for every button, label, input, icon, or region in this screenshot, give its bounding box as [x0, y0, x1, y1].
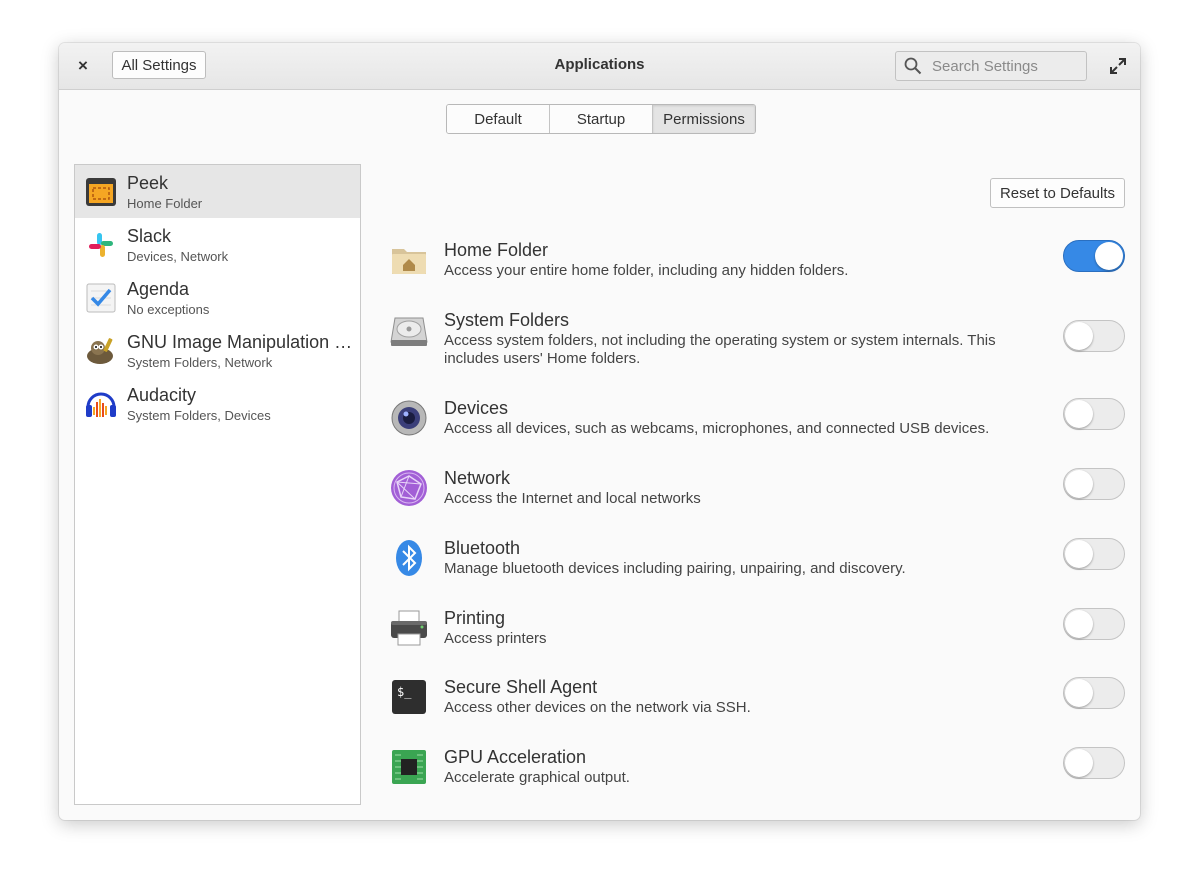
search-field[interactable]	[895, 51, 1087, 81]
tab-default[interactable]: Default	[447, 105, 550, 133]
gimp-icon	[87, 338, 113, 364]
app-item-gimp[interactable]: GNU Image Manipulation Program System Fo…	[75, 324, 360, 377]
permission-description: Access all devices, such as webcams, mic…	[444, 420, 990, 437]
app-name: Agenda	[127, 279, 190, 299]
slack-icon	[89, 233, 113, 257]
peek-icon	[86, 178, 116, 206]
app-list: Peek Home Folder Slack Devices, Network …	[74, 164, 361, 805]
app-name: Slack	[127, 226, 172, 246]
app-item-audacity[interactable]: Audacity System Folders, Devices	[75, 377, 360, 430]
permission-title: Home Folder	[444, 240, 549, 260]
camera-icon	[391, 400, 427, 436]
close-button[interactable]: ×	[73, 55, 93, 77]
search-input[interactable]	[930, 56, 1084, 76]
toggle-knob	[1095, 242, 1123, 270]
app-item-slack[interactable]: Slack Devices, Network	[75, 218, 360, 271]
bluetooth-icon	[396, 540, 422, 576]
printer-icon	[391, 610, 427, 646]
svg-text:$_: $_	[397, 685, 412, 699]
network-icon	[391, 470, 427, 506]
app-permissions-summary: System Folders, Network	[127, 355, 273, 370]
app-name: Peek	[127, 173, 169, 193]
toggle-knob	[1065, 540, 1093, 568]
gpu-icon	[392, 750, 426, 784]
toggle-knob	[1065, 749, 1093, 777]
permission-title: Bluetooth	[444, 538, 521, 558]
header-bar: × All Settings Applications	[59, 43, 1140, 90]
permission-description: Access system folders, not including the…	[444, 332, 996, 367]
app-permissions-summary: No exceptions	[127, 302, 210, 317]
devices-toggle[interactable]	[1063, 398, 1125, 430]
toggle-knob	[1065, 322, 1093, 350]
toggle-knob	[1065, 679, 1093, 707]
permission-description: Access printers	[444, 630, 547, 647]
all-settings-button[interactable]: All Settings	[112, 51, 206, 79]
gpu-acceleration-toggle[interactable]	[1063, 747, 1125, 779]
agenda-icon	[86, 283, 116, 313]
settings-window: × All Settings Applications Default Star…	[59, 43, 1140, 820]
permission-title: System Folders	[444, 310, 570, 330]
system-folders-toggle[interactable]	[1063, 320, 1125, 352]
permission-title: GPU Acceleration	[444, 747, 587, 767]
permission-title: Secure Shell Agent	[444, 677, 598, 697]
terminal-icon: $_	[392, 680, 426, 714]
permission-description: Accelerate graphical output.	[444, 769, 630, 786]
home-folder-icon	[392, 249, 426, 274]
toggle-knob	[1065, 470, 1093, 498]
permission-description: Access other devices on the network via …	[444, 699, 751, 716]
permission-description: Access the Internet and local networks	[444, 490, 701, 507]
app-name: Audacity	[127, 385, 197, 405]
tab-startup[interactable]: Startup	[550, 105, 653, 133]
drive-icon	[390, 317, 428, 346]
search-icon	[904, 57, 922, 75]
permission-description: Manage bluetooth devices including pairi…	[444, 560, 906, 577]
app-name: GNU Image Manipulation Program	[127, 332, 353, 352]
view-switcher: Default Startup Permissions	[446, 104, 756, 134]
app-item-peek[interactable]: Peek Home Folder	[75, 165, 360, 218]
printing-toggle[interactable]	[1063, 608, 1125, 640]
reset-to-defaults-button[interactable]: Reset to Defaults	[990, 178, 1125, 208]
tab-permissions[interactable]: Permissions	[653, 105, 755, 133]
bluetooth-toggle[interactable]	[1063, 538, 1125, 570]
permission-description: Access your entire home folder, includin…	[444, 262, 849, 279]
permission-title: Devices	[444, 398, 509, 418]
permission-title: Network	[444, 468, 511, 488]
app-permissions-summary: Devices, Network	[127, 249, 229, 264]
secure-shell-agent-toggle[interactable]	[1063, 677, 1125, 709]
app-item-agenda[interactable]: Agenda No exceptions	[75, 271, 360, 324]
maximize-icon[interactable]	[1109, 57, 1127, 75]
network-toggle[interactable]	[1063, 468, 1125, 500]
permission-title: Printing	[444, 608, 506, 628]
toggle-knob	[1065, 610, 1093, 638]
toggle-knob	[1065, 400, 1093, 428]
app-permissions-summary: Home Folder	[127, 196, 203, 211]
home-folder-toggle[interactable]	[1063, 240, 1125, 272]
audacity-icon	[86, 392, 116, 417]
app-permissions-summary: System Folders, Devices	[127, 408, 271, 423]
